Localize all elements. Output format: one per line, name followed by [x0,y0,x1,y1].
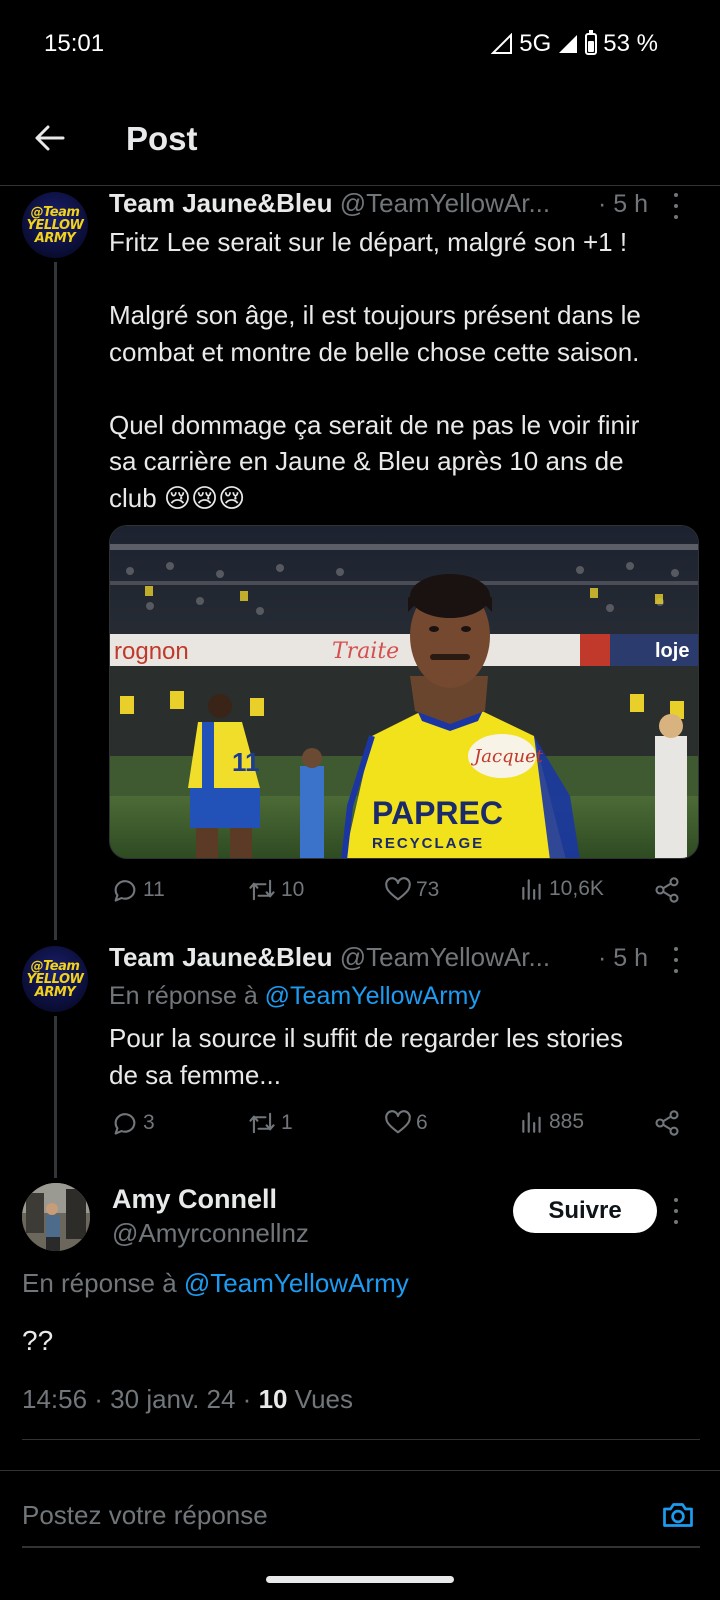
post-time[interactable]: · 5 h [598,944,648,973]
like-count: 73 [416,878,440,901]
share-icon [655,877,679,903]
reply-button[interactable]: 11 [111,876,165,904]
reply-context: En réponse à @TeamYellowArmy [22,1268,409,1298]
avatar[interactable] [22,1183,90,1251]
arrow-left-icon [35,125,65,151]
author-handle[interactable]: @Amyrconnellnz [112,1218,309,1249]
jersey-badge: Jacquet [470,746,544,767]
analytics-icon [522,1112,541,1133]
banner-text: rognon [114,638,189,665]
thread-line [54,1016,57,1178]
author-handle[interactable]: @TeamYellowAr... [340,188,550,218]
post-header: Team Jaune&Bleu @TeamYellowAr... [109,188,550,219]
page-title: Post [126,120,198,157]
post-date: 14:56 · 30 janv. 24 · [22,1384,252,1414]
more-options-icon[interactable] [672,193,680,219]
divider [22,1439,700,1440]
reply-count: 11 [143,878,165,901]
status-time: 15:01 [44,30,105,57]
post-text: Pour la source il suffit de regarder les… [109,1023,623,1090]
camera-icon [663,1503,693,1527]
share-button[interactable] [653,1109,681,1137]
views-button[interactable]: 885 [519,1109,584,1135]
repost-count: 10 [281,878,305,901]
heart-icon [385,877,411,901]
more-options-icon[interactable] [672,1198,680,1224]
status-bar: 15:01 5G 53 % [0,0,720,90]
post-text: Fritz Lee serait sur le départ, malgré s… [109,227,641,513]
repost-icon [249,879,275,901]
views-count: 10,6K [549,877,604,900]
banner-text: Traite [332,639,399,664]
like-button[interactable]: 73 [384,876,439,904]
author-name[interactable]: Team Jaune&Bleu [109,942,332,972]
network-label: 5G [519,30,552,57]
views-count: 10 [258,1384,288,1414]
post-text: ?? [22,1325,54,1356]
repost-button[interactable]: 1 [247,1109,293,1137]
banner-text: loje [655,640,689,662]
reply-button[interactable]: 3 [111,1109,155,1137]
top-bar: Post [0,100,720,186]
author-name[interactable]: Amy Connell [112,1184,277,1215]
back-button[interactable] [30,118,70,158]
post-time[interactable]: · 5 h [598,190,648,219]
post-meta: 14:56 · 30 janv. 24 · 10 Vues [22,1384,353,1415]
post-header: Team Jaune&Bleu @TeamYellowAr... [109,942,550,973]
repost-button[interactable]: 10 [247,876,304,904]
avatar[interactable]: @Team YELLOW ARMY [22,946,88,1012]
battery-level: 53 % [603,30,658,57]
views-button[interactable]: 10,6K [519,876,604,902]
signal-icon [491,33,513,54]
author-handle[interactable]: @TeamYellowAr... [340,942,550,972]
reply-input[interactable]: Postez votre réponse [22,1500,268,1531]
views-count: 885 [549,1110,585,1133]
jersey-sponsor: PAPREC [372,795,503,831]
share-button[interactable] [653,876,681,904]
reply-icon [114,1113,136,1135]
heart-icon [385,1110,411,1134]
analytics-icon [522,879,541,900]
views-label: Vues [294,1384,354,1414]
like-button[interactable]: 6 [384,1109,428,1137]
author-name[interactable]: Team Jaune&Bleu [109,188,332,218]
like-count: 6 [416,1111,428,1134]
profile-photo [22,1183,90,1251]
follow-button[interactable]: Suivre [513,1189,657,1233]
post-actions: 11 10 73 10,6K [109,876,694,912]
reply-to-link[interactable]: @TeamYellowArmy [184,1268,409,1298]
reply-icon [114,880,136,902]
post-image[interactable]: rognon Traite loje 11 Jacquet PAPREC REC… [109,525,699,859]
signal-icon [559,35,578,53]
status-icons: 5G 53 % [491,30,658,58]
post-actions: 3 1 6 885 [109,1109,694,1145]
battery-icon [585,30,598,55]
thread-line [54,262,57,940]
divider [22,1546,700,1548]
avatar[interactable]: @Team YELLOW ARMY [22,192,88,258]
camera-button[interactable] [660,1497,696,1533]
jersey-number: 11 [232,747,260,777]
repost-icon [249,1112,275,1134]
reply-context: En réponse à @TeamYellowArmy [109,982,481,1010]
reply-count: 3 [143,1111,155,1134]
rugby-player-photo: rognon Traite loje 11 Jacquet PAPREC REC… [110,526,698,858]
reply-to-link[interactable]: @TeamYellowArmy [265,982,481,1010]
jersey-sponsor-sub: RECYCLAGE [372,835,484,852]
share-icon [655,1110,679,1136]
more-options-icon[interactable] [672,947,680,973]
home-indicator[interactable] [266,1576,454,1583]
repost-count: 1 [281,1111,293,1134]
